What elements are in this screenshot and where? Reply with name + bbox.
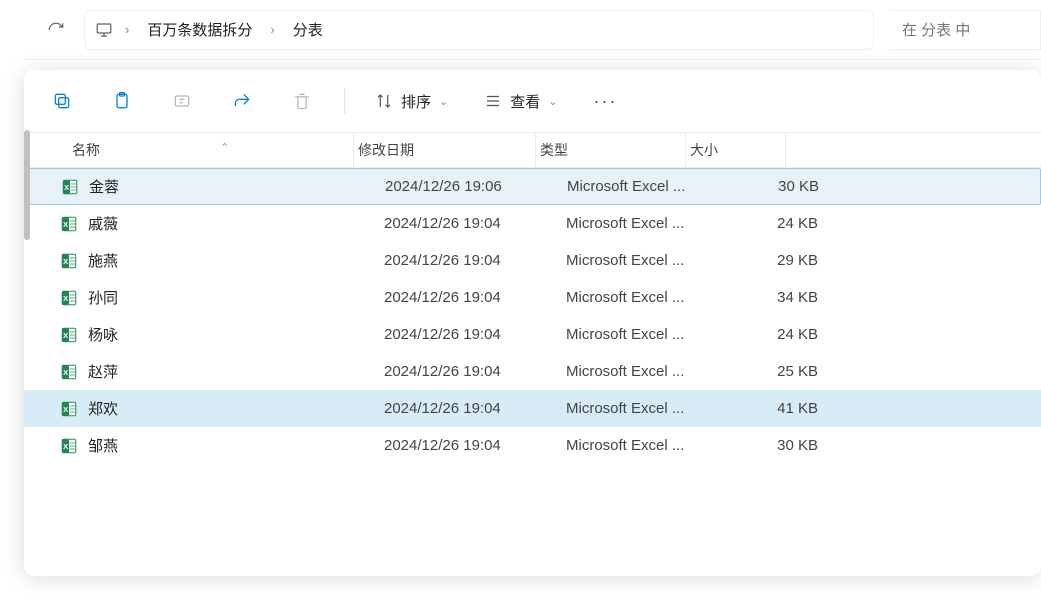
svg-text:X: X — [63, 442, 68, 451]
sort-label: 排序 — [401, 91, 431, 112]
excel-file-icon: X — [60, 400, 78, 418]
file-type: Microsoft Excel ... — [566, 400, 724, 417]
sort-dropdown[interactable]: 排序 ⌄ — [375, 91, 448, 112]
refresh-button[interactable] — [36, 10, 76, 50]
table-row[interactable]: X 邹燕 2024/12/26 19:04 Microsoft Excel ..… — [24, 427, 1041, 464]
delete-icon[interactable] — [290, 89, 314, 113]
file-size: 25 KB — [724, 363, 824, 380]
file-type: Microsoft Excel ... — [566, 326, 724, 343]
clipboard-icon[interactable] — [110, 89, 134, 113]
file-list: X 金蓉 2024/12/26 19:06 Microsoft Excel ..… — [24, 168, 1041, 464]
scrollbar-thumb[interactable] — [24, 130, 30, 240]
file-date: 2024/12/26 19:04 — [384, 400, 566, 417]
file-type: Microsoft Excel ... — [566, 437, 724, 454]
excel-file-icon: X — [61, 178, 79, 196]
file-type: Microsoft Excel ... — [566, 363, 724, 380]
file-name: 杨咏 — [88, 324, 118, 345]
excel-file-icon: X — [60, 252, 78, 270]
file-name: 邹燕 — [88, 435, 118, 456]
more-button[interactable]: ··· — [593, 91, 617, 112]
file-date: 2024/12/26 19:04 — [384, 326, 566, 343]
search-input[interactable]: 在 分表 中 — [890, 10, 1041, 50]
table-row[interactable]: X 赵萍 2024/12/26 19:04 Microsoft Excel ..… — [24, 353, 1041, 390]
file-size: 24 KB — [724, 215, 824, 232]
file-size: 30 KB — [724, 437, 824, 454]
breadcrumb[interactable]: › 百万条数据拆分 › 分表 — [84, 10, 874, 50]
file-date: 2024/12/26 19:04 — [384, 363, 566, 380]
svg-text:X: X — [64, 183, 69, 192]
toolbar: 排序 ⌄ 查看 ⌄ ··· — [24, 70, 1041, 132]
file-date: 2024/12/26 19:04 — [384, 437, 566, 454]
file-type: Microsoft Excel ... — [566, 252, 724, 269]
file-size: 34 KB — [724, 289, 824, 306]
monitor-icon — [95, 21, 113, 39]
file-type: Microsoft Excel ... — [566, 215, 724, 232]
table-row[interactable]: X 杨咏 2024/12/26 19:04 Microsoft Excel ..… — [24, 316, 1041, 353]
chevron-down-icon: ⌄ — [548, 95, 557, 108]
copy-icon[interactable] — [50, 89, 74, 113]
svg-text:X: X — [63, 220, 68, 229]
excel-file-icon: X — [60, 326, 78, 344]
file-name: 孙同 — [88, 287, 118, 308]
file-type: Microsoft Excel ... — [566, 289, 724, 306]
file-name: 戚薇 — [88, 213, 118, 234]
address-bar: › 百万条数据拆分 › 分表 在 分表 中 — [24, 0, 1041, 60]
file-panel: 排序 ⌄ 查看 ⌄ ··· 名称 ⌃ 修改日期 类型 大小 X 金蓉 — [24, 70, 1041, 576]
file-size: 41 KB — [724, 400, 824, 417]
file-name: 金蓉 — [89, 176, 119, 197]
excel-file-icon: X — [60, 363, 78, 381]
excel-file-icon: X — [60, 437, 78, 455]
view-dropdown[interactable]: 查看 ⌄ — [484, 91, 557, 112]
file-date: 2024/12/26 19:04 — [384, 289, 566, 306]
table-row[interactable]: X 金蓉 2024/12/26 19:06 Microsoft Excel ..… — [24, 168, 1041, 205]
breadcrumb-segment[interactable]: 分表 — [287, 15, 329, 44]
table-row[interactable]: X 郑欢 2024/12/26 19:04 Microsoft Excel ..… — [24, 390, 1041, 427]
svg-text:X: X — [63, 405, 68, 414]
sort-caret-icon: ⌃ — [220, 141, 229, 154]
table-row[interactable]: X 施燕 2024/12/26 19:04 Microsoft Excel ..… — [24, 242, 1041, 279]
file-date: 2024/12/26 19:04 — [384, 252, 566, 269]
file-name: 郑欢 — [88, 398, 118, 419]
file-type: Microsoft Excel ... — [567, 178, 725, 195]
table-row[interactable]: X 孙同 2024/12/26 19:04 Microsoft Excel ..… — [24, 279, 1041, 316]
excel-file-icon: X — [60, 215, 78, 233]
chevron-right-icon: › — [262, 22, 282, 37]
chevron-right-icon: › — [117, 22, 137, 37]
svg-text:X: X — [63, 294, 68, 303]
share-icon[interactable] — [230, 89, 254, 113]
file-date: 2024/12/26 19:06 — [385, 178, 567, 195]
table-header: 名称 ⌃ 修改日期 类型 大小 — [24, 132, 1041, 168]
column-name[interactable]: 名称 ⌃ — [24, 133, 354, 167]
column-type[interactable]: 类型 — [536, 133, 686, 167]
file-size: 30 KB — [725, 178, 825, 195]
file-name: 施燕 — [88, 250, 118, 271]
rename-icon[interactable] — [170, 89, 194, 113]
chevron-down-icon: ⌄ — [439, 95, 448, 108]
file-date: 2024/12/26 19:04 — [384, 215, 566, 232]
table-row[interactable]: X 戚薇 2024/12/26 19:04 Microsoft Excel ..… — [24, 205, 1041, 242]
svg-text:X: X — [63, 331, 68, 340]
column-date[interactable]: 修改日期 — [354, 133, 536, 167]
file-name: 赵萍 — [88, 361, 118, 382]
svg-text:X: X — [63, 257, 68, 266]
file-size: 29 KB — [724, 252, 824, 269]
excel-file-icon: X — [60, 289, 78, 307]
file-size: 24 KB — [724, 326, 824, 343]
svg-text:X: X — [63, 368, 68, 377]
view-label: 查看 — [510, 91, 540, 112]
separator — [344, 88, 345, 114]
column-size[interactable]: 大小 — [686, 133, 786, 167]
breadcrumb-segment[interactable]: 百万条数据拆分 — [141, 15, 258, 44]
